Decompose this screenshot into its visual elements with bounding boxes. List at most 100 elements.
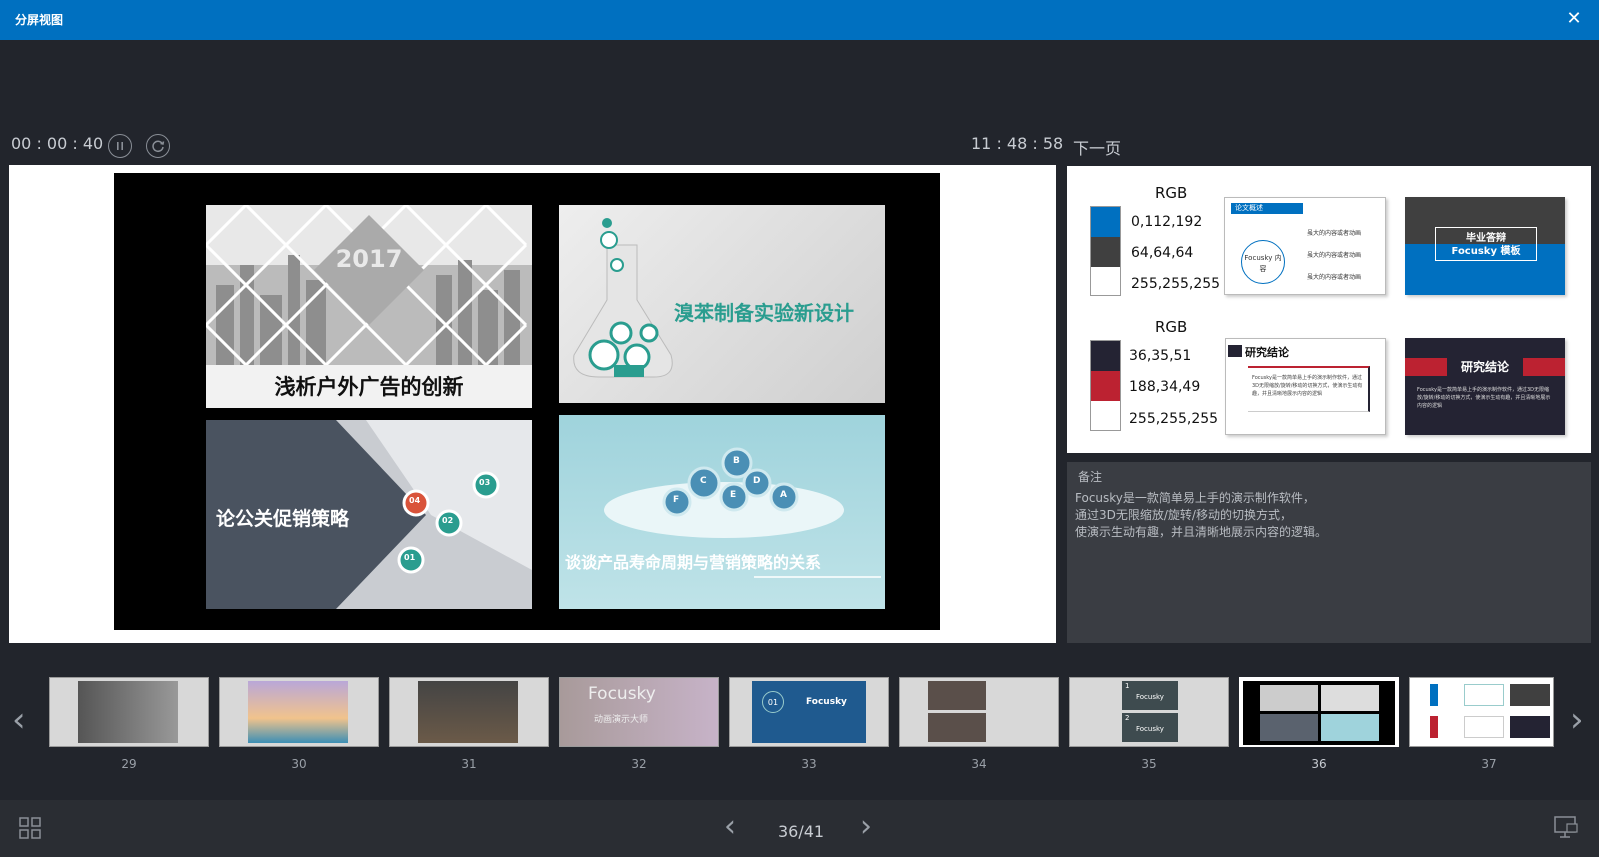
rgb-value: 255,255,255 bbox=[1129, 411, 1219, 427]
slide-tile-outdoor-ads: 2017 浅析户外广告的创新 bbox=[206, 205, 532, 408]
swatch-white bbox=[1091, 401, 1120, 430]
thumbnail-29[interactable] bbox=[49, 677, 209, 747]
slide-tile-bromobenzene: 溴苯制备实验新设计 bbox=[559, 205, 885, 403]
badge-02: 02 bbox=[442, 516, 454, 525]
thumbnail-33[interactable]: 01 Focusky bbox=[729, 677, 889, 747]
card-item: 虽大的内容或者动画 bbox=[1307, 274, 1362, 281]
preview-card-overview: 论文概述 Focusky 内容 虽大的内容或者动画 虽大的内容或者动画 虽大的内… bbox=[1224, 197, 1386, 295]
gear-label: B bbox=[733, 456, 740, 466]
thumbnail-number: 30 bbox=[291, 757, 307, 771]
thumbnail-text: Focusky bbox=[588, 684, 656, 704]
tile-title: 溴苯制备实验新设计 bbox=[674, 301, 854, 325]
thumbnail-image bbox=[928, 681, 986, 710]
window-title: 分屏视图 bbox=[15, 13, 64, 27]
card-line: Focusky 模板 bbox=[1451, 246, 1521, 257]
color-swatch-group bbox=[1090, 340, 1121, 431]
slide-tile-product-lifecycle: B C D E F A 谈谈产品寿命周期与营销策略的关系 bbox=[559, 415, 885, 609]
thumbnail-34[interactable] bbox=[899, 677, 1059, 747]
gear-label: E bbox=[730, 490, 737, 500]
refresh-icon bbox=[152, 140, 165, 153]
swatch-red bbox=[1091, 371, 1120, 401]
prev-slide-arrow[interactable]: ‹ bbox=[724, 810, 736, 844]
next-slide-label: 下一页 bbox=[1073, 139, 1122, 158]
tile-title: 论公关促销策略 bbox=[216, 508, 350, 530]
thumbnail-number: 36 bbox=[1311, 757, 1327, 771]
thumbnail-mark: 2 bbox=[1125, 714, 1130, 722]
card-line: 毕业答辩 bbox=[1466, 233, 1506, 244]
card-marker bbox=[1228, 345, 1242, 357]
card-text: Focusky是一款简单易上手的演示制作软件，通过3D无限缩放/旋转/移动的切换… bbox=[1417, 387, 1551, 409]
card-title-box: 毕业答辩 Focusky 模板 bbox=[1435, 227, 1537, 261]
rgb-value: 255,255,255 bbox=[1131, 276, 1221, 292]
next-slide-arrow[interactable]: › bbox=[860, 810, 872, 844]
thumbnail-image bbox=[78, 681, 178, 743]
preview-card-defense: 毕业答辩 Focusky 模板 bbox=[1405, 197, 1565, 295]
grid-view-icon[interactable] bbox=[19, 817, 41, 839]
gear-label: F bbox=[673, 495, 680, 505]
swatch-gray bbox=[1091, 237, 1120, 267]
thumbnail-image bbox=[1430, 684, 1438, 706]
thumbnail-number: 29 bbox=[121, 757, 137, 771]
page-indicator: 36/41 bbox=[778, 822, 825, 841]
notes-panel[interactable]: 备注 Focusky是一款简单易上手的演示制作软件， 通过3D无限缩放/旋转/移… bbox=[1067, 462, 1591, 643]
card-title: 研究结论 bbox=[1447, 357, 1523, 377]
notes-body: Focusky是一款简单易上手的演示制作软件， 通过3D无限缩放/旋转/移动的切… bbox=[1075, 490, 1327, 541]
rgb-value: 64,64,64 bbox=[1131, 245, 1194, 261]
screen-switch-icon[interactable] bbox=[1553, 814, 1579, 840]
gear-label: A bbox=[780, 490, 787, 500]
thumbnail-image bbox=[1321, 714, 1379, 741]
elapsed-timer: 00 : 00 : 40 bbox=[11, 134, 104, 153]
card-tag: 论文概述 bbox=[1231, 203, 1303, 214]
rgb-label: RGB bbox=[1155, 318, 1188, 336]
thumbnail-number: 34 bbox=[971, 757, 987, 771]
strip-prev-arrow[interactable]: ‹ bbox=[12, 703, 26, 737]
thumbnail-image bbox=[1243, 681, 1395, 745]
rgb-value: 188,34,49 bbox=[1129, 379, 1201, 395]
close-icon[interactable]: ✕ bbox=[1563, 8, 1585, 30]
badge-03: 03 bbox=[479, 478, 491, 487]
thumbnail-image bbox=[1464, 684, 1504, 706]
thumbnail-image bbox=[928, 713, 986, 742]
thumbnail-subtext: 动画演示大师 bbox=[594, 715, 649, 725]
thumbnail-32[interactable]: Focusky 动画演示大师 bbox=[559, 677, 719, 747]
reset-timer-button[interactable] bbox=[146, 134, 170, 158]
thumbnail-30[interactable] bbox=[219, 677, 379, 747]
thumbnail-text: Focusky bbox=[1136, 693, 1164, 701]
color-swatch-group bbox=[1090, 206, 1121, 296]
gear-label: D bbox=[753, 476, 761, 486]
next-slide-preview[interactable]: RGB 0,112,192 64,64,64 255,255,255 论文概述 … bbox=[1067, 166, 1591, 453]
thumbnail-35[interactable]: 1 Focusky 2 Focusky bbox=[1069, 677, 1229, 747]
swatch-navy bbox=[1091, 341, 1120, 371]
preview-card-conclusion-dark: 研究结论 Focusky是一款简单易上手的演示制作软件，通过3D无限缩放/旋转/… bbox=[1405, 338, 1565, 435]
rgb-value: 0,112,192 bbox=[1131, 214, 1203, 230]
notes-line: 通过3D无限缩放/旋转/移动的切换方式， bbox=[1075, 508, 1292, 522]
thumbnail-37[interactable] bbox=[1409, 677, 1554, 747]
tile-year: 2017 bbox=[335, 245, 403, 273]
badge-04: 04 bbox=[409, 496, 421, 505]
thumbnail-mark: 1 bbox=[1125, 682, 1130, 690]
card-item: 虽大的内容或者动画 bbox=[1307, 230, 1362, 237]
pause-icon bbox=[117, 142, 123, 150]
thumbnail-image bbox=[1510, 684, 1550, 706]
thumbnail-image bbox=[1430, 716, 1438, 738]
thumbnail-image: 01 Focusky bbox=[752, 681, 866, 743]
tile-title: 浅析户外广告的创新 bbox=[274, 375, 464, 399]
gear-label: C bbox=[700, 476, 707, 486]
badge-01: 01 bbox=[404, 553, 416, 562]
pause-button[interactable] bbox=[108, 134, 132, 158]
card-center-circle: Focusky 内容 bbox=[1241, 240, 1285, 284]
notes-line: 使演示生动有趣，并且清晰地展示内容的逻辑。 bbox=[1075, 525, 1328, 539]
thumbnail-number: 32 bbox=[631, 757, 647, 771]
current-clock: 11 : 48 : 58 bbox=[971, 134, 1064, 153]
thumbnail-number: 33 bbox=[801, 757, 817, 771]
thumbnail-36-selected[interactable] bbox=[1239, 677, 1399, 747]
thumbnail-31[interactable] bbox=[389, 677, 549, 747]
thumbnail-image bbox=[248, 681, 348, 743]
thumbnail-image bbox=[1464, 716, 1504, 738]
strip-next-arrow[interactable]: › bbox=[1570, 703, 1584, 737]
thumbnail-image bbox=[1260, 714, 1318, 741]
tile-title: 谈谈产品寿命周期与营销策略的关系 bbox=[565, 553, 822, 572]
notes-heading: 备注 bbox=[1078, 470, 1103, 484]
card-title: 研究结论 bbox=[1245, 346, 1289, 359]
card-text: Focusky是一款简单易上手的演示制作软件，通过3D无限缩放/旋转/移动的切换… bbox=[1248, 366, 1370, 412]
